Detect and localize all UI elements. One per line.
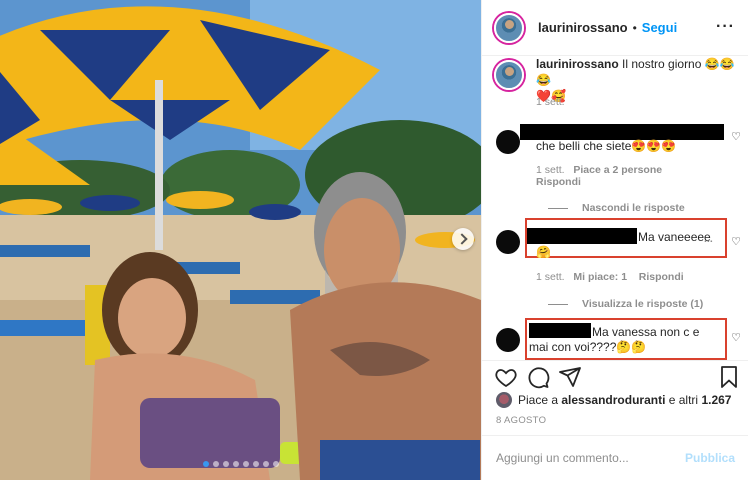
caption: laurinirossano Il nostro giorno 😂😂😂 ❤️🥰 — [536, 56, 736, 104]
carousel-dot — [232, 461, 239, 467]
caption-username[interactable]: laurinirossano — [536, 57, 619, 71]
beach-photo-illustration — [0, 0, 481, 480]
liked-by-count[interactable]: 1.267 — [701, 393, 731, 407]
comment-2-meta: 1 sett. Mi piace: 1 Rispondi — [536, 269, 684, 285]
comment-3-text-line2: mai con voi????🤔🤔 — [529, 340, 647, 354]
carousel-dot — [262, 461, 269, 467]
hide-replies-label[interactable]: Nascondi le risposte — [582, 202, 685, 214]
liker-avatar[interactable] — [496, 392, 512, 408]
replies-divider — [548, 207, 568, 209]
caption-time: 1 sett. — [536, 96, 565, 108]
post-date[interactable]: 8 AGOSTO — [496, 415, 546, 426]
post-sidebar: laurinirossano • Segui ··· laurinirossan… — [481, 0, 748, 480]
follow-button[interactable]: Segui — [642, 20, 677, 35]
header-separator: • — [632, 20, 637, 35]
carousel-dot — [252, 461, 259, 467]
commenter-avatar[interactable] — [496, 328, 520, 352]
carousel-dot — [202, 461, 209, 467]
liked-by-prefix: Piace a — [518, 393, 559, 407]
liked-by-suffix: e altri — [668, 393, 699, 407]
more-options-icon[interactable]: ··· — [716, 18, 735, 36]
bookmark-icon[interactable] — [717, 365, 741, 389]
comment-icon[interactable] — [526, 365, 550, 389]
comment-composer: Pubblica — [482, 435, 748, 480]
next-slide-button[interactable] — [452, 228, 474, 250]
comment-1-reply-row: Rispondi — [536, 174, 581, 190]
carousel-indicator — [0, 461, 481, 467]
comment-1-replies-toggle[interactable]: Nascondi le risposte — [548, 200, 685, 216]
publish-button[interactable]: Pubblica — [685, 451, 735, 465]
carousel-dot — [222, 461, 229, 467]
comment-2-text: Ma vaneeeee — [638, 230, 711, 244]
caption-avatar[interactable] — [494, 60, 524, 90]
view-replies-label[interactable]: Visualizza le risposte (1) — [582, 298, 703, 310]
comment-input[interactable] — [496, 451, 685, 465]
comment-1-text: che belli che siete😍😍😍 — [536, 139, 677, 153]
comment-2-more-icon[interactable]: ... — [704, 231, 713, 247]
comment-2-reply-button[interactable]: Rispondi — [639, 271, 684, 283]
instagram-post-modal: laurinirossano • Segui ··· laurinirossan… — [0, 0, 748, 480]
comment-1-likes[interactable]: Piace a 2 persone — [573, 164, 662, 176]
comment-2-replies-toggle[interactable]: Visualizza le risposte (1) — [548, 296, 703, 312]
comment-like-heart-icon[interactable]: ♡ — [730, 236, 742, 248]
comment-3-text: Ma vanessa non c e — [592, 325, 700, 339]
replies-divider — [548, 303, 568, 305]
comment-2-text-line2: 🤗 — [536, 245, 551, 259]
redacted-username — [529, 323, 591, 338]
comment-2-time: 1 sett. — [536, 271, 565, 283]
commenter-avatar[interactable] — [496, 130, 520, 154]
commenter-avatar[interactable] — [496, 230, 520, 254]
post-header: laurinirossano • Segui ··· — [482, 0, 748, 56]
liked-by-user[interactable]: alessandroduranti — [561, 393, 665, 407]
author-avatar[interactable] — [494, 12, 524, 43]
carousel-dot — [212, 461, 219, 467]
heart-icon[interactable] — [494, 365, 518, 389]
comments-list: laurinirossano Il nostro giorno 😂😂😂 ❤️🥰 … — [482, 56, 748, 360]
liked-by: Piace a alessandroduranti e altri 1.267 — [496, 392, 731, 408]
author-username[interactable]: laurinirossano — [538, 20, 628, 35]
comment-1-reply-button[interactable]: Rispondi — [536, 176, 581, 188]
comment-like-heart-icon[interactable]: ♡ — [730, 131, 742, 143]
comment-like-heart-icon[interactable]: ♡ — [730, 332, 742, 344]
carousel-dot — [242, 461, 249, 467]
post-photo[interactable] — [0, 0, 481, 480]
carousel-dot — [272, 461, 279, 467]
share-icon[interactable] — [558, 365, 582, 389]
comment-2-likes[interactable]: Mi piace: 1 — [573, 271, 627, 283]
redacted-username — [527, 228, 637, 244]
